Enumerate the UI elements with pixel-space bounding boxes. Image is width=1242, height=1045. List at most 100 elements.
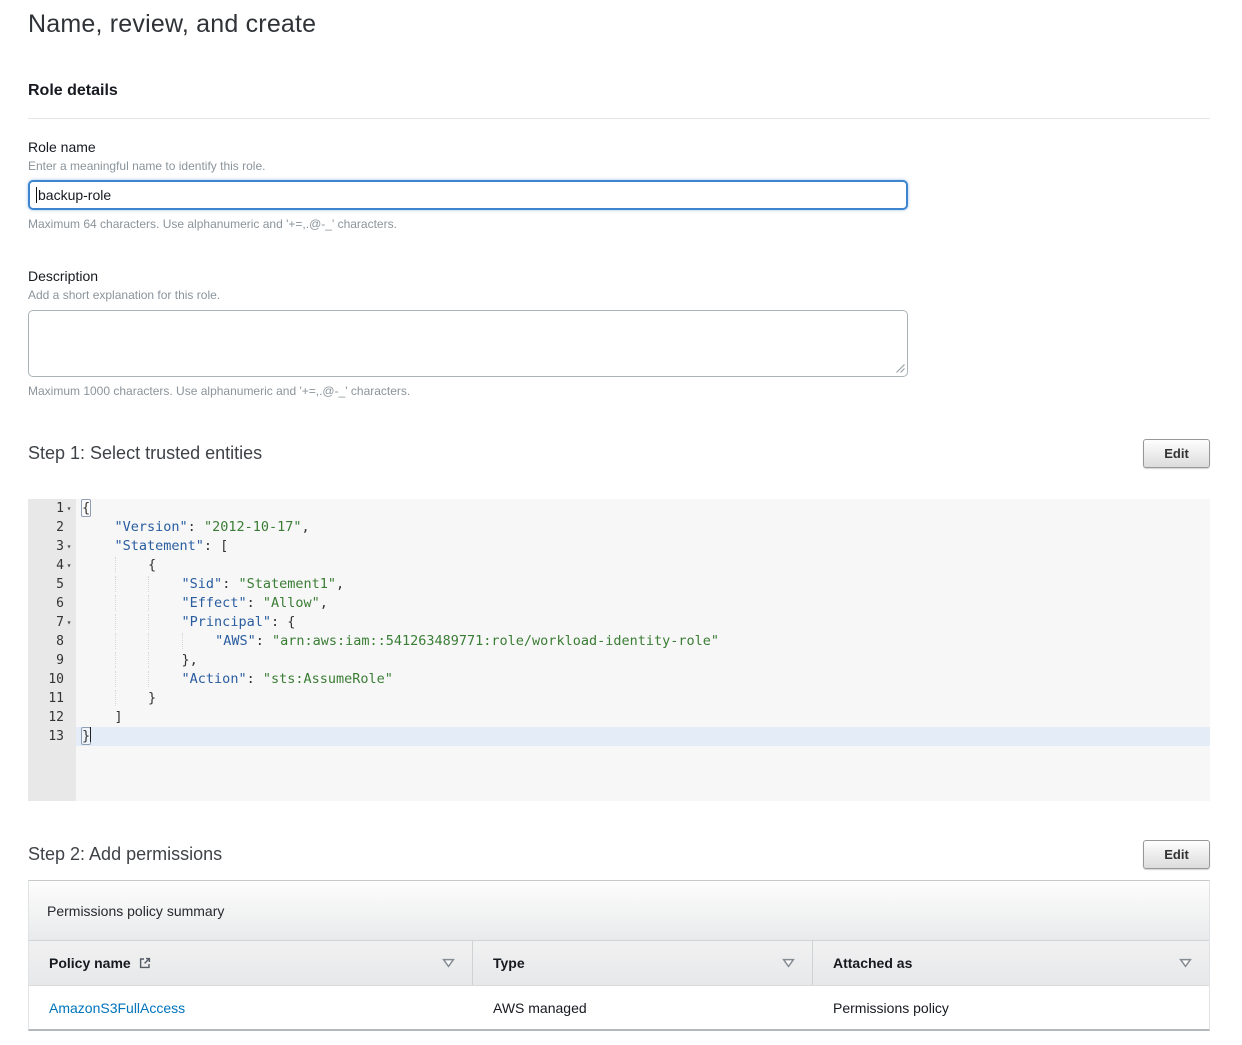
line-number: 5	[56, 575, 64, 594]
code-text: "Effect": "Allow",	[76, 594, 1210, 613]
policy-name-link[interactable]: AmazonS3FullAccess	[49, 1000, 185, 1016]
line-number: 8	[56, 632, 64, 651]
role-name-help: Enter a meaningful name to identify this…	[28, 159, 1210, 173]
line-number-cell: 6	[28, 594, 76, 613]
code-text: "Version": "2012-10-17",	[76, 518, 1210, 537]
line-number: 7	[56, 613, 64, 632]
line-number: 13	[48, 727, 64, 746]
role-name-input-wrap	[28, 180, 908, 210]
permissions-panel-title: Permissions policy summary	[47, 903, 224, 919]
code-text: ]	[76, 708, 1210, 727]
line-number: 9	[56, 651, 64, 670]
column-label: Attached as	[833, 955, 912, 971]
line-number: 4	[56, 556, 64, 575]
step1-heading: Step 1: Select trusted entities	[28, 443, 262, 464]
page-title: Name, review, and create	[28, 8, 1210, 40]
code-line-2[interactable]: 2 "Version": "2012-10-17",	[28, 518, 1210, 537]
code-line-12[interactable]: 12 ]	[28, 708, 1210, 727]
line-number-cell: 3▾	[28, 537, 76, 556]
permissions-summary-panel: Permissions policy summary Policy name	[28, 880, 1210, 1031]
editor-cursor	[90, 727, 91, 742]
column-header-type[interactable]: Type	[473, 941, 813, 985]
code-text: {	[76, 556, 1210, 575]
edit-trusted-entities-button[interactable]: Edit	[1143, 439, 1210, 468]
code-text: }	[76, 689, 1210, 708]
line-number-cell: 9	[28, 651, 76, 670]
trust-policy-editor[interactable]: 1▾{2 "Version": "2012-10-17",3▾ "Stateme…	[28, 499, 1210, 801]
line-number-cell: 13	[28, 727, 76, 746]
code-line-9[interactable]: 9 },	[28, 651, 1210, 670]
section-divider	[28, 118, 1210, 119]
fold-toggle-icon[interactable]: ▾	[64, 613, 74, 632]
line-number-cell: 1▾	[28, 499, 76, 518]
role-name-constraint: Maximum 64 characters. Use alphanumeric …	[28, 217, 1210, 231]
description-textarea-wrap	[28, 310, 908, 377]
line-number-cell: 10	[28, 670, 76, 689]
text-cursor	[36, 187, 37, 203]
line-number: 6	[56, 594, 64, 613]
name-review-create-page: Name, review, and create Role details Ro…	[28, 8, 1210, 1031]
code-line-1[interactable]: 1▾{	[28, 499, 1210, 518]
code-line-10[interactable]: 10 "Action": "sts:AssumeRole"	[28, 670, 1210, 689]
code-line-8[interactable]: 8 "AWS": "arn:aws:iam::541263489771:role…	[28, 632, 1210, 651]
description-help: Add a short explanation for this role.	[28, 288, 1210, 302]
code-text: "Sid": "Statement1",	[76, 575, 1210, 594]
column-label: Policy name	[49, 955, 131, 971]
code-line-3[interactable]: 3▾ "Statement": [	[28, 537, 1210, 556]
step2-section: Step 2: Add permissions Edit Permissions…	[28, 839, 1210, 1031]
line-number-cell: 8	[28, 632, 76, 651]
fold-toggle-icon[interactable]: ▾	[64, 537, 74, 556]
sort-dropdown-icon[interactable]	[782, 958, 795, 968]
description-textarea[interactable]	[28, 310, 908, 377]
line-number-cell: 4▾	[28, 556, 76, 575]
description-constraint: Maximum 1000 characters. Use alphanumeri…	[28, 384, 1210, 398]
sort-dropdown-icon[interactable]	[1179, 958, 1192, 968]
line-number: 10	[48, 670, 64, 689]
line-number: 11	[48, 689, 64, 708]
column-header-policy-name[interactable]: Policy name	[29, 941, 473, 985]
role-name-input[interactable]	[28, 180, 908, 210]
description-label: Description	[28, 268, 1210, 285]
code-text: "Principal": {	[76, 613, 1210, 632]
fold-toggle-icon[interactable]: ▾	[64, 499, 74, 518]
code-line-4[interactable]: 4▾ {	[28, 556, 1210, 575]
policy-attached-as-cell: Permissions policy	[813, 1000, 1209, 1016]
permissions-panel-header: Permissions policy summary	[29, 881, 1209, 941]
column-header-attached-as[interactable]: Attached as	[813, 941, 1209, 985]
line-number-cell: 12	[28, 708, 76, 727]
code-text: "Statement": [	[76, 537, 1210, 556]
role-details-section: Role details Role name Enter a meaningfu…	[28, 81, 1210, 398]
external-link-icon[interactable]	[138, 956, 152, 970]
line-number: 2	[56, 518, 64, 537]
code-text: "Action": "sts:AssumeRole"	[76, 670, 1210, 689]
sort-dropdown-icon[interactable]	[442, 958, 455, 968]
role-details-heading: Role details	[28, 81, 1210, 101]
trust-policy-code: 1▾{2 "Version": "2012-10-17",3▾ "Stateme…	[28, 499, 1210, 746]
step2-heading: Step 2: Add permissions	[28, 844, 222, 865]
code-text: {	[76, 499, 1210, 518]
code-line-11[interactable]: 11 }	[28, 689, 1210, 708]
table-row: AmazonS3FullAccess AWS managed Permissio…	[29, 986, 1209, 1029]
line-number-cell: 2	[28, 518, 76, 537]
code-text: }	[76, 727, 1210, 746]
line-number: 3	[56, 537, 64, 556]
role-name-label: Role name	[28, 139, 1210, 156]
fold-toggle-icon[interactable]: ▾	[64, 556, 74, 575]
code-text: "AWS": "arn:aws:iam::541263489771:role/w…	[76, 632, 1210, 651]
edit-permissions-button[interactable]: Edit	[1143, 840, 1210, 869]
code-text: },	[76, 651, 1210, 670]
column-label: Type	[493, 955, 525, 971]
line-number-cell: 5	[28, 575, 76, 594]
step1-section: Step 1: Select trusted entities Edit 1▾{…	[28, 438, 1210, 801]
code-line-7[interactable]: 7▾ "Principal": {	[28, 613, 1210, 632]
code-line-13[interactable]: 13}	[28, 727, 1210, 746]
step1-header: Step 1: Select trusted entities Edit	[28, 438, 1210, 468]
code-line-6[interactable]: 6 "Effect": "Allow",	[28, 594, 1210, 613]
line-number: 1	[56, 499, 64, 518]
line-number: 12	[48, 708, 64, 727]
resize-grip-icon[interactable]	[894, 362, 905, 373]
policy-type-cell: AWS managed	[473, 1000, 813, 1016]
code-line-5[interactable]: 5 "Sid": "Statement1",	[28, 575, 1210, 594]
line-number-cell: 11	[28, 689, 76, 708]
step2-header: Step 2: Add permissions Edit	[28, 839, 1210, 869]
